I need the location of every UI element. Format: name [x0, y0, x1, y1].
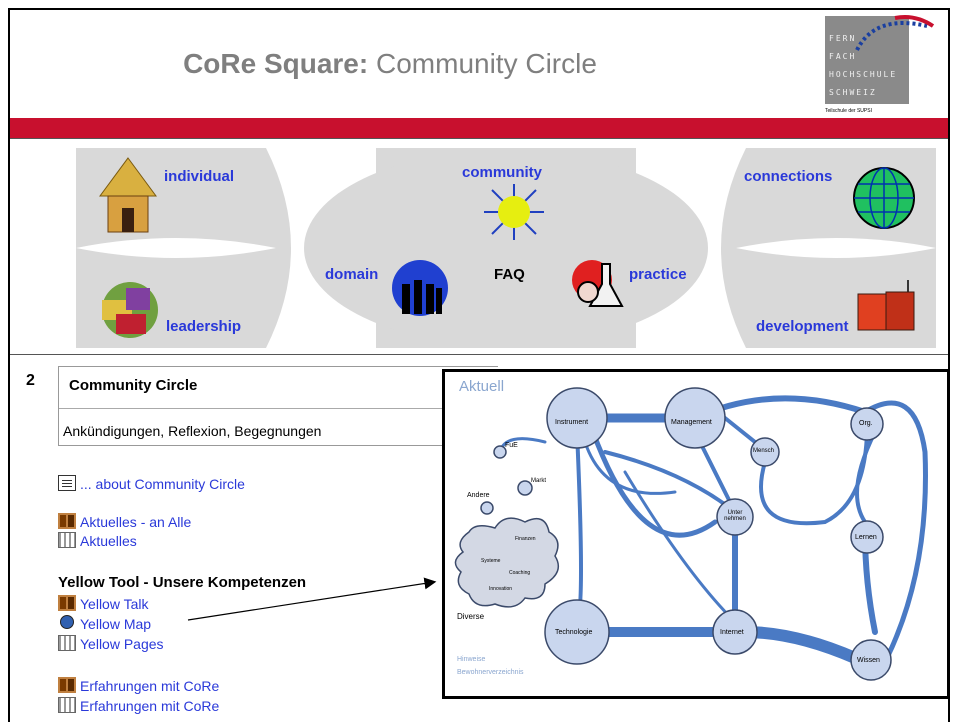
map-node-diverse: Diverse — [457, 612, 485, 621]
map-node-fue: FuE — [505, 442, 518, 449]
map-node-technologie: Technologie — [555, 629, 593, 636]
slide-frame: CoRe Square: Community Circle FERN FACH … — [8, 8, 950, 722]
map-node-unternehmen: Unter nehmen — [724, 510, 746, 522]
map-node-markt: Markt — [531, 478, 546, 484]
map-node-innovation: Innovation — [489, 586, 513, 592]
map-node-wissen: Wissen — [857, 657, 880, 664]
map-hinweise-link[interactable]: Hinweise — [457, 656, 485, 663]
map-node-lernen: Lernen — [855, 534, 877, 541]
map-node-internet: Internet — [720, 629, 744, 636]
map-node-mensch: Mensch — [753, 448, 775, 454]
map-node-finanzen: Finanzen — [515, 536, 536, 542]
map-node-andere: Andere — [467, 492, 490, 499]
map-node-systeme: Systeme — [481, 558, 501, 564]
map-node-instrument: Instrument — [555, 419, 589, 426]
map-node-management: Management — [671, 419, 712, 426]
map-title: Aktuell — [459, 378, 505, 395]
map-node-coaching: Coaching — [509, 570, 531, 576]
map-bewohnerverzeichnis-link[interactable]: Bewohnerverzeichnis — [457, 669, 524, 676]
map-node-org: Org. — [859, 420, 873, 427]
yellow-map-screenshot: Aktuell Instrument Management Mensch Org… — [442, 369, 948, 699]
